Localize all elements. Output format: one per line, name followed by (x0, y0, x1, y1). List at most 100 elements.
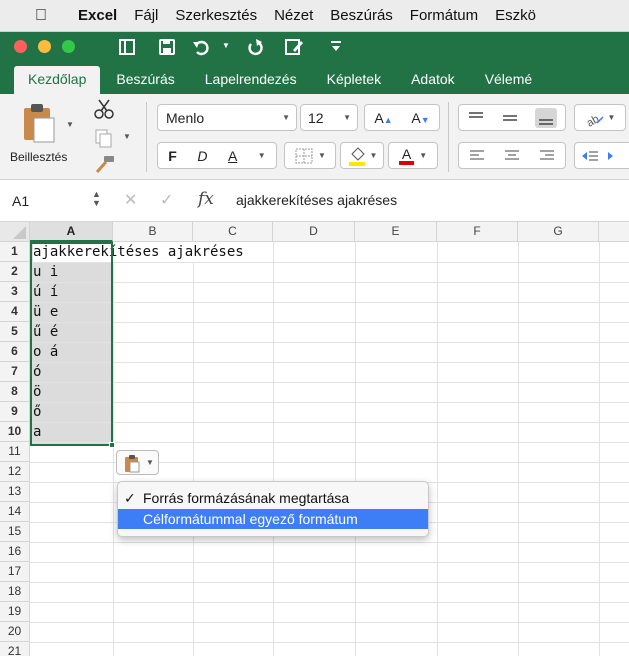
menu-tools[interactable]: Eszkö (495, 7, 536, 24)
row-header[interactable]: 12 (0, 462, 30, 482)
undo-icon[interactable] (192, 38, 212, 56)
edit-sheet-icon[interactable] (284, 37, 304, 57)
bold-button[interactable]: F (168, 148, 177, 164)
tab-page-layout[interactable]: Lapelrendezés (191, 66, 311, 94)
tab-home[interactable]: Kezdőlap (14, 66, 101, 94)
format-painter-icon[interactable] (94, 154, 116, 174)
row-header[interactable]: 10 (0, 422, 30, 442)
menu-item-keep-source-formatting[interactable]: ✓ Forrás formázásának megtartása (118, 488, 428, 508)
underline-button[interactable]: A (228, 148, 237, 164)
name-box-stepper-icon[interactable]: ▲ ▼ (92, 190, 101, 208)
gridline (518, 242, 519, 656)
font-size-select[interactable]: 12 ▼ (300, 104, 358, 131)
decrease-font-arrow-icon: ▼ (420, 114, 430, 125)
row-header[interactable]: 21 (0, 642, 30, 656)
align-right-icon[interactable] (539, 149, 555, 163)
borders-button[interactable]: ▼ (284, 142, 336, 169)
paste-label[interactable]: Beillesztés (10, 150, 67, 164)
row-header[interactable]: 14 (0, 502, 30, 522)
row-header[interactable]: 9 (0, 402, 30, 422)
menu-insert[interactable]: Beszúrás (330, 7, 393, 24)
menu-view[interactable]: Nézet (274, 7, 313, 24)
confirm-entry-icon[interactable]: ✓ (160, 190, 173, 210)
column-header-f[interactable]: F (437, 222, 518, 242)
close-window-button[interactable] (14, 40, 27, 53)
row-header[interactable]: 3 (0, 282, 30, 302)
row-header[interactable]: 15 (0, 522, 30, 542)
sidebar-toggle-icon[interactable] (118, 38, 136, 56)
decrease-indent-icon[interactable] (581, 149, 599, 163)
column-header-d[interactable]: D (273, 222, 355, 242)
redo-icon[interactable] (246, 38, 264, 56)
select-all-corner[interactable] (0, 222, 30, 242)
minimize-window-button[interactable] (38, 40, 51, 53)
increase-font-size-button[interactable]: A▲ (374, 110, 392, 126)
tab-data[interactable]: Adatok (397, 66, 469, 94)
align-middle-icon[interactable] (501, 111, 519, 125)
menu-item-match-destination-formatting[interactable]: Célformátummal egyező formátum (118, 509, 428, 529)
gridline (30, 602, 629, 603)
font-color-button[interactable]: A ▼ (388, 142, 438, 169)
decrease-font-size-button[interactable]: A▼ (411, 110, 429, 126)
align-center-icon[interactable] (504, 149, 520, 163)
column-header-g[interactable]: G (518, 222, 599, 242)
column-header-c[interactable]: C (193, 222, 273, 242)
column-header-e[interactable]: E (355, 222, 437, 242)
undo-dropdown-icon[interactable]: ▼ (222, 41, 230, 50)
fill-color-button[interactable]: ▼ (340, 142, 384, 169)
column-header-b[interactable]: B (113, 222, 193, 242)
italic-button[interactable]: D (197, 148, 207, 164)
gridline (30, 622, 629, 623)
row-header[interactable]: 11 (0, 442, 30, 462)
worksheet-grid[interactable]: A B C D E F G 1 2 3 4 5 6 7 8 9 10 11 12… (0, 222, 629, 656)
row-header[interactable]: 18 (0, 582, 30, 602)
increase-indent-icon[interactable] (605, 149, 619, 163)
menu-file[interactable]: Fájl (134, 7, 158, 24)
fill-handle[interactable] (109, 442, 115, 448)
name-box[interactable]: A1 (12, 193, 29, 209)
row-header[interactable]: 16 (0, 542, 30, 562)
cut-icon[interactable] (94, 98, 114, 120)
menu-format[interactable]: Formátum (410, 7, 478, 24)
paste-dropdown-icon[interactable]: ▼ (66, 120, 74, 129)
menu-edit[interactable]: Szerkesztés (175, 7, 257, 24)
underline-dropdown-icon[interactable]: ▼ (258, 151, 266, 160)
copy-dropdown-icon[interactable]: ▼ (123, 132, 131, 141)
zoom-window-button[interactable] (62, 40, 75, 53)
copy-icon[interactable] (94, 128, 114, 148)
row-header[interactable]: 17 (0, 562, 30, 582)
paste-options-button[interactable]: ▼ (116, 450, 159, 475)
row-header[interactable]: 2 (0, 262, 30, 282)
tab-formulas[interactable]: Képletek (313, 66, 395, 94)
row-header[interactable]: 4 (0, 302, 30, 322)
row-header[interactable]: 1 (0, 242, 30, 262)
row-header[interactable]: 13 (0, 482, 30, 502)
orientation-button[interactable]: ab ▼ (574, 104, 626, 131)
tab-insert[interactable]: Beszúrás (102, 66, 188, 94)
column-header-partial[interactable] (599, 222, 629, 242)
customize-toolbar-icon[interactable] (330, 40, 342, 54)
row-header[interactable]: 8 (0, 382, 30, 402)
gridline (273, 242, 274, 656)
apple-icon[interactable]:  (30, 7, 52, 25)
text-orientation-icon: ab (585, 113, 604, 127)
row-header[interactable]: 6 (0, 342, 30, 362)
increase-font-arrow-icon: ▲ (383, 114, 393, 125)
row-header[interactable]: 7 (0, 362, 30, 382)
save-icon[interactable] (158, 38, 176, 56)
font-name-select[interactable]: Menlo ▼ (157, 104, 297, 131)
insert-function-icon[interactable]: fx (198, 189, 214, 209)
row-header[interactable]: 5 (0, 322, 30, 342)
row-header[interactable]: 20 (0, 622, 30, 642)
column-header-a[interactable]: A (30, 222, 113, 242)
align-bottom-icon[interactable] (535, 107, 557, 128)
svg-text:ab: ab (585, 113, 601, 127)
align-top-icon[interactable] (467, 111, 485, 125)
align-left-icon[interactable] (469, 149, 485, 163)
formula-input[interactable]: ajakkerekítéses ajakréses (236, 192, 397, 208)
tab-review[interactable]: Vélemé (471, 66, 546, 94)
row-header[interactable]: 19 (0, 602, 30, 622)
menu-app-excel[interactable]: Excel (78, 7, 117, 24)
cancel-entry-icon[interactable]: ✕ (124, 190, 137, 210)
paste-icon[interactable] (20, 102, 56, 144)
